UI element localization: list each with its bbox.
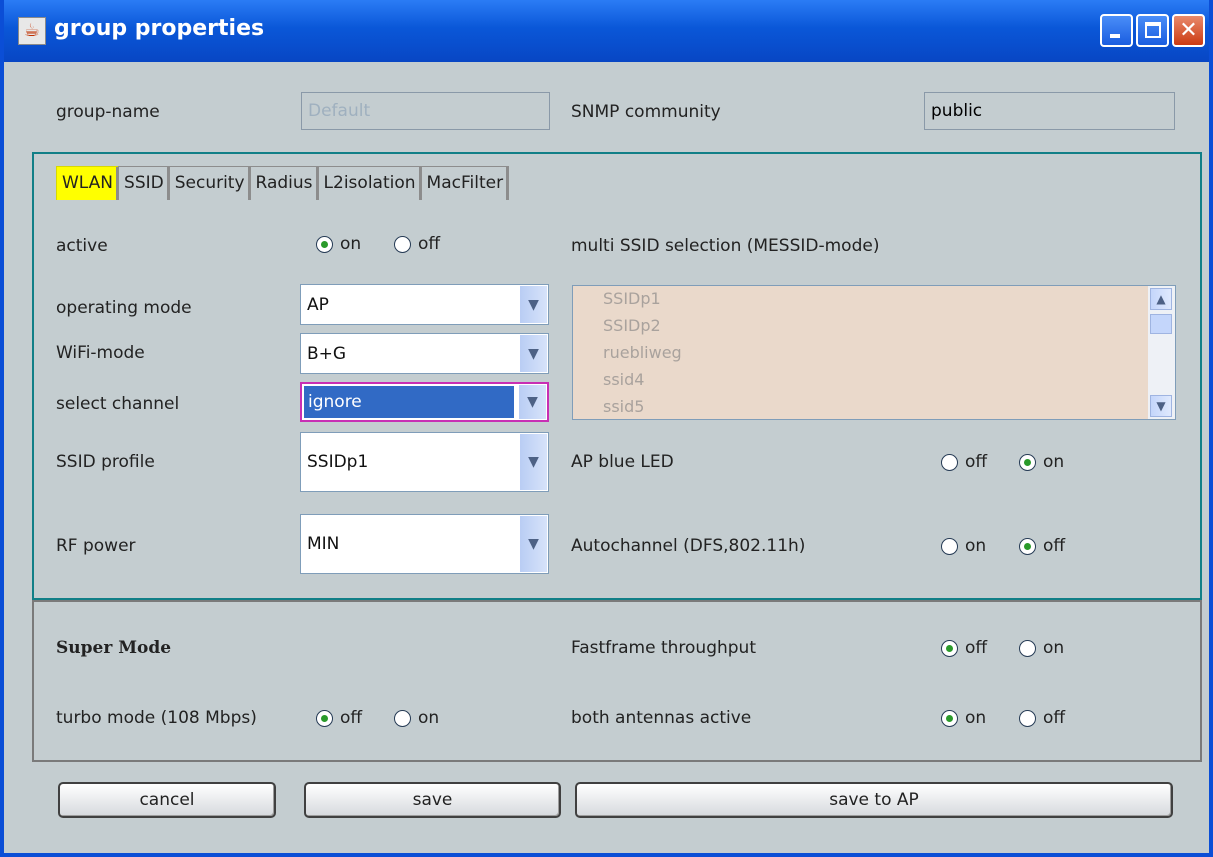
tab-ssid[interactable]: SSID bbox=[118, 166, 170, 200]
minimize-button[interactable] bbox=[1100, 14, 1133, 47]
list-item[interactable]: ssid5 bbox=[603, 397, 644, 416]
turbo-off-radio[interactable]: off bbox=[316, 708, 362, 728]
radio-label: on bbox=[965, 708, 987, 728]
autochannel-off-radio[interactable]: off bbox=[1019, 536, 1065, 556]
list-item[interactable]: ssid4 bbox=[603, 370, 644, 389]
chevron-down-icon: ▼ bbox=[520, 434, 547, 490]
select-value: B+G bbox=[307, 343, 347, 364]
chevron-down-icon: ▼ bbox=[520, 516, 547, 572]
operating-mode-select[interactable]: AP ▼ bbox=[300, 284, 549, 325]
radio-selected-icon bbox=[1019, 453, 1036, 471]
radio-selected-icon bbox=[1019, 537, 1036, 555]
scroll-thumb[interactable] bbox=[1150, 314, 1172, 334]
radio-icon bbox=[394, 709, 411, 727]
tab-security[interactable]: Security bbox=[168, 166, 251, 200]
operating-mode-label: operating mode bbox=[56, 298, 192, 318]
radio-icon bbox=[1019, 639, 1036, 657]
turbo-on-radio[interactable]: on bbox=[394, 708, 439, 728]
scroll-up-icon[interactable]: ▲ bbox=[1150, 288, 1172, 310]
autochannel-on-radio[interactable]: on bbox=[941, 536, 986, 556]
active-on-radio[interactable]: on bbox=[316, 234, 361, 254]
super-mode-title: Super Mode bbox=[56, 638, 172, 658]
group-name-label: group-name bbox=[56, 102, 160, 122]
cancel-button[interactable]: cancel bbox=[58, 782, 276, 818]
select-value: MIN bbox=[307, 534, 340, 554]
ssid-profile-label: SSID profile bbox=[56, 452, 155, 472]
chevron-down-icon: ▼ bbox=[520, 286, 547, 323]
tab-wlan[interactable]: WLAN bbox=[56, 166, 120, 200]
radio-label: on bbox=[340, 234, 362, 254]
radio-label: off bbox=[965, 638, 988, 658]
ap-blue-led-on-radio[interactable]: on bbox=[1019, 452, 1064, 472]
radio-label: off bbox=[340, 708, 363, 728]
ap-blue-led-label: AP blue LED bbox=[571, 452, 674, 472]
list-item[interactable]: ruebliweg bbox=[603, 343, 682, 362]
autochannel-label: Autochannel (DFS,802.11h) bbox=[571, 536, 806, 556]
radio-label: off bbox=[1043, 536, 1066, 556]
minimize-icon bbox=[1110, 34, 1120, 38]
select-value: ignore bbox=[304, 386, 514, 418]
radio-label: on bbox=[1043, 638, 1065, 658]
radio-label: off bbox=[965, 452, 988, 472]
radio-icon bbox=[1019, 709, 1036, 727]
fastframe-on-radio[interactable]: on bbox=[1019, 638, 1064, 658]
radio-selected-icon bbox=[941, 639, 958, 657]
wifi-mode-label: WiFi-mode bbox=[56, 343, 145, 363]
vertical-scrollbar[interactable]: ▲ ▼ bbox=[1148, 286, 1175, 419]
tab-l2isolation[interactable]: L2isolation bbox=[317, 166, 422, 200]
radio-label: on bbox=[965, 536, 987, 556]
close-icon: ✕ bbox=[1179, 18, 1198, 43]
rf-power-select[interactable]: MIN ▼ bbox=[300, 514, 549, 574]
fastframe-off-radio[interactable]: off bbox=[941, 638, 987, 658]
group-name-field: Default bbox=[301, 92, 550, 130]
multi-ssid-listbox[interactable]: SSIDp1 SSIDp2 ruebliweg ssid4 ssid5 ▲ ▼ bbox=[572, 285, 1176, 420]
radio-icon bbox=[394, 235, 411, 253]
antennas-off-radio[interactable]: off bbox=[1019, 708, 1065, 728]
tab-macfilter[interactable]: MacFilter bbox=[420, 166, 510, 200]
scroll-down-icon[interactable]: ▼ bbox=[1150, 395, 1172, 417]
active-off-radio[interactable]: off bbox=[394, 234, 440, 254]
select-channel-label: select channel bbox=[56, 394, 180, 414]
radio-label: off bbox=[418, 234, 441, 254]
fastframe-label: Fastframe throughput bbox=[571, 638, 756, 658]
ssid-profile-select[interactable]: SSIDp1 ▼ bbox=[300, 432, 549, 492]
ap-blue-led-off-radio[interactable]: off bbox=[941, 452, 987, 472]
radio-label: on bbox=[1043, 452, 1065, 472]
maximize-button[interactable] bbox=[1136, 14, 1169, 47]
rf-power-label: RF power bbox=[56, 536, 136, 556]
tab-strip: WLAN SSID Security Radius L2isolation Ma… bbox=[56, 166, 510, 202]
antennas-on-radio[interactable]: on bbox=[941, 708, 986, 728]
maximize-icon bbox=[1145, 22, 1161, 38]
chevron-down-icon: ▼ bbox=[519, 385, 546, 419]
save-to-ap-button[interactable]: save to AP bbox=[575, 782, 1173, 818]
list-item[interactable]: SSIDp1 bbox=[603, 289, 661, 308]
select-value: SSIDp1 bbox=[307, 452, 369, 472]
turbo-mode-label: turbo mode (108 Mbps) bbox=[56, 708, 257, 728]
select-value: AP bbox=[307, 294, 329, 315]
wifi-mode-select[interactable]: B+G ▼ bbox=[300, 333, 549, 374]
radio-label: on bbox=[418, 708, 440, 728]
java-cup-icon: ☕ bbox=[18, 17, 46, 45]
close-button[interactable]: ✕ bbox=[1172, 14, 1205, 47]
radio-selected-icon bbox=[316, 709, 333, 727]
list-item[interactable]: SSIDp2 bbox=[603, 316, 661, 335]
super-mode-panel bbox=[32, 600, 1202, 762]
radio-selected-icon bbox=[941, 709, 958, 727]
radio-selected-icon bbox=[316, 235, 333, 253]
radio-icon bbox=[941, 537, 958, 555]
chevron-down-icon: ▼ bbox=[520, 335, 547, 372]
active-label: active bbox=[56, 236, 108, 256]
radio-label: off bbox=[1043, 708, 1066, 728]
title-bar[interactable]: ☕ group properties ✕ bbox=[4, 0, 1209, 62]
window-title: group properties bbox=[54, 16, 265, 41]
select-channel-select[interactable]: ignore ▼ bbox=[300, 382, 549, 422]
antennas-label: both antennas active bbox=[571, 708, 752, 728]
snmp-community-label: SNMP community bbox=[571, 102, 721, 122]
tab-radius[interactable]: Radius bbox=[249, 166, 319, 200]
radio-icon bbox=[941, 453, 958, 471]
group-properties-window: ☕ group properties ✕ group-name Default … bbox=[0, 0, 1213, 857]
save-button[interactable]: save bbox=[304, 782, 561, 818]
snmp-community-field[interactable]: public bbox=[924, 92, 1175, 130]
multi-ssid-label: multi SSID selection (MESSID-mode) bbox=[571, 236, 880, 256]
